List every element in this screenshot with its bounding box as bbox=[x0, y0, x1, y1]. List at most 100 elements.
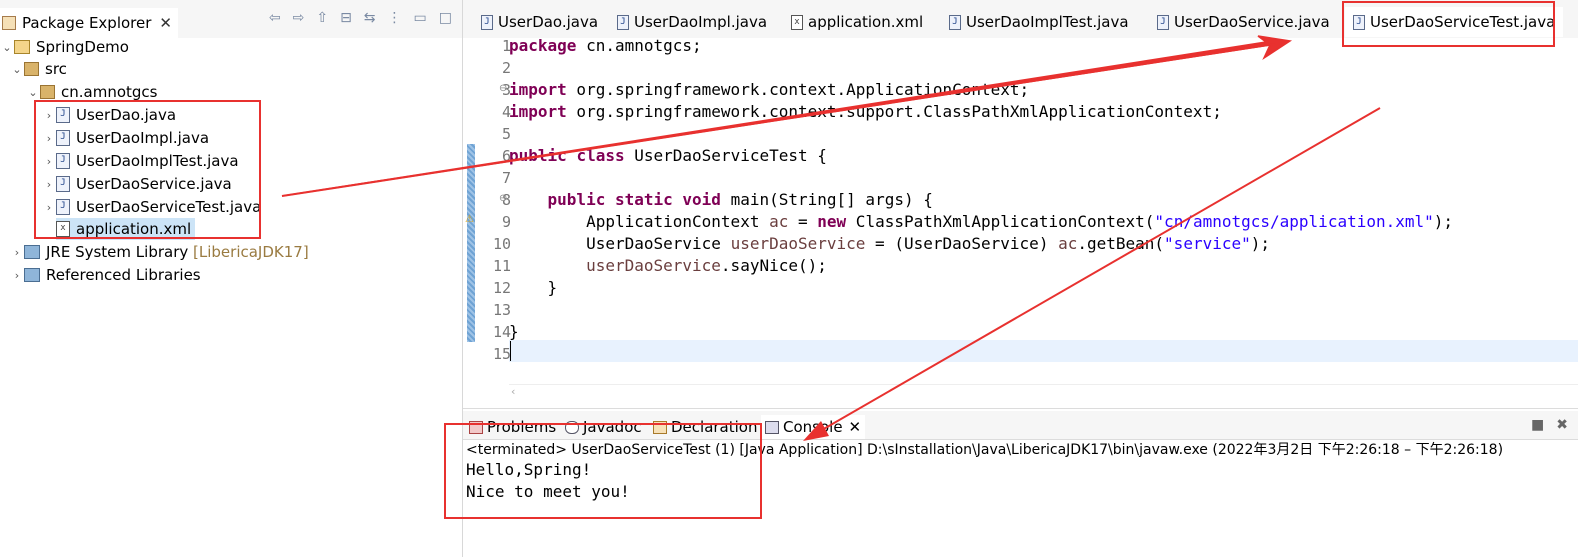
string-literal: "service" bbox=[1164, 234, 1251, 253]
project-label: SpringDemo bbox=[36, 38, 129, 56]
variable: ac bbox=[1058, 234, 1078, 253]
scroll-left-icon[interactable]: ‹ bbox=[511, 385, 515, 398]
code-text: .sayNice(); bbox=[720, 256, 827, 275]
tab-label: UserDaoImpl.java bbox=[634, 13, 768, 31]
remove-launch-icon[interactable]: ✖ bbox=[1556, 417, 1568, 433]
code-line-11: userDaoService.sayNice(); bbox=[509, 255, 827, 277]
java-file-icon: J bbox=[56, 153, 70, 169]
problems-icon bbox=[469, 420, 483, 434]
tab-declaration[interactable]: Declaration bbox=[649, 415, 761, 439]
collapse-all-icon[interactable]: ⊟ bbox=[340, 10, 352, 26]
code-text: = bbox=[788, 212, 818, 231]
tree-item-file[interactable]: › J UserDao.java bbox=[42, 104, 176, 126]
keyword: static bbox=[614, 190, 673, 209]
keyword: package bbox=[509, 36, 577, 55]
code-line-1: package cn.amnotgcs; bbox=[509, 35, 702, 57]
code-line-14: } bbox=[509, 321, 519, 343]
variable: userDaoService bbox=[586, 256, 721, 275]
string-literal: "cn/amnotgcs/application.xml" bbox=[1154, 212, 1434, 231]
tab-label: Declaration bbox=[671, 418, 758, 436]
chevron-down-icon[interactable]: ⌄ bbox=[26, 86, 40, 99]
tab-javadoc[interactable]: Javadoc bbox=[561, 415, 646, 439]
chevron-down-icon[interactable]: ⌄ bbox=[10, 63, 24, 76]
tab-console[interactable]: Console ✕ bbox=[761, 415, 866, 439]
tree-item-file[interactable]: › J UserDaoImpl.java bbox=[42, 127, 209, 149]
java-file-icon: J bbox=[617, 14, 629, 30]
code-text: UserDaoService bbox=[586, 234, 731, 253]
code-text: ); bbox=[1250, 234, 1271, 253]
minimize-icon[interactable]: ▭ bbox=[414, 10, 427, 26]
code-text: } bbox=[509, 322, 519, 341]
code-line-9: ApplicationContext ac = new ClassPathXml… bbox=[509, 211, 1453, 233]
java-file-icon: J bbox=[56, 176, 70, 192]
keyword: new bbox=[817, 212, 847, 231]
maximize-icon[interactable]: □ bbox=[439, 10, 452, 26]
code-line-3: import org.springframework.context.Appli… bbox=[509, 79, 1029, 101]
tab-userdaoservicetest[interactable]: J UserDaoServiceTest.java bbox=[1345, 7, 1564, 37]
view-menu-icon[interactable]: ⋮ bbox=[388, 10, 402, 26]
code-text: ); bbox=[1433, 212, 1454, 231]
line-number: 1 bbox=[501, 37, 511, 55]
tab-userdaoimpltest[interactable]: J UserDaoImplTest.java bbox=[941, 7, 1137, 37]
src-label: src bbox=[45, 60, 67, 78]
tree-item-project[interactable]: ⌄ SpringDemo bbox=[0, 36, 129, 58]
source-folder-icon bbox=[24, 62, 39, 76]
close-icon[interactable]: ✕ bbox=[849, 418, 862, 436]
package-icon bbox=[40, 85, 55, 99]
line-number: 10 bbox=[492, 235, 511, 253]
tree-item-file[interactable]: › J UserDaoImplTest.java bbox=[42, 150, 239, 172]
code-text: .getBean( bbox=[1077, 234, 1165, 253]
package-explorer-tab[interactable]: Package Explorer ✕ bbox=[0, 8, 178, 38]
chevron-right-icon[interactable]: › bbox=[42, 201, 56, 214]
terminate-icon[interactable]: ■ bbox=[1531, 417, 1544, 433]
file-label: UserDaoService.java bbox=[76, 175, 232, 193]
code-text: org.springframework.context.support.Clas… bbox=[566, 102, 1222, 121]
package-explorer-view: Package Explorer ✕ ⇦ ⇨ ⇧ ⊟ ⇆ ⋮ ▭ □ ⌄ Spr… bbox=[0, 0, 463, 557]
chevron-right-icon[interactable]: › bbox=[42, 178, 56, 191]
code-text: cn.amnotgcs; bbox=[576, 36, 702, 55]
file-label: application.xml bbox=[76, 220, 192, 238]
tab-userdaoimpl[interactable]: J UserDaoImpl.java bbox=[609, 7, 775, 37]
tree-item-src[interactable]: ⌄ src bbox=[10, 58, 67, 80]
tab-label: Console bbox=[783, 418, 843, 436]
forward-icon[interactable]: ⇨ bbox=[293, 10, 305, 26]
up-icon[interactable]: ⇧ bbox=[316, 10, 328, 26]
chevron-right-icon[interactable]: › bbox=[42, 109, 56, 122]
tree-item-package[interactable]: ⌄ cn.amnotgcs bbox=[26, 81, 157, 103]
tree-item-file-selected[interactable]: x application.xml bbox=[56, 218, 196, 240]
tree-item-file[interactable]: › J UserDaoService.java bbox=[42, 173, 232, 195]
line-number: 5 bbox=[501, 125, 511, 143]
tab-problems[interactable]: Problems bbox=[465, 415, 560, 439]
chevron-right-icon[interactable]: › bbox=[42, 155, 56, 168]
code-line-6: public class UserDaoServiceTest { bbox=[509, 145, 827, 167]
back-icon[interactable]: ⇦ bbox=[269, 10, 281, 26]
view-toolbar: ⇦ ⇨ ⇧ ⊟ ⇆ ⋮ ▭ □ bbox=[269, 10, 452, 26]
console-output[interactable]: Hello,Spring! Nice to meet you! bbox=[466, 459, 630, 503]
package-explorer-icon bbox=[2, 16, 16, 30]
code-editor[interactable]: 1 2 3 4 5 6 7 8 9 10 11 12 13 14 15 ⊖ ⊖ … bbox=[463, 35, 1578, 408]
tree-item-referenced-libraries[interactable]: › Referenced Libraries bbox=[10, 264, 201, 286]
tab-userdaoservice[interactable]: J UserDaoService.java bbox=[1149, 7, 1338, 37]
chevron-down-icon[interactable]: ⌄ bbox=[0, 41, 14, 54]
horizontal-scrollbar[interactable]: ‹ bbox=[509, 384, 1578, 401]
tab-label: UserDaoService.java bbox=[1174, 13, 1330, 31]
tab-application-xml[interactable]: x application.xml bbox=[783, 7, 931, 37]
line-number: 15 bbox=[492, 345, 511, 363]
java-file-icon: J bbox=[56, 199, 70, 215]
tab-userdao[interactable]: J UserDao.java bbox=[473, 7, 606, 37]
close-icon[interactable]: ✕ bbox=[159, 14, 172, 32]
console-view: Problems Javadoc Declaration Console ✕ ■ … bbox=[463, 408, 1578, 558]
console-tab-bar: Problems Javadoc Declaration Console ✕ ■ … bbox=[463, 411, 1578, 440]
warning-icon[interactable]: ⚠ bbox=[465, 214, 474, 225]
fold-icon[interactable]: ⊖ bbox=[499, 193, 507, 204]
chevron-right-icon[interactable]: › bbox=[10, 269, 24, 282]
tree-item-file[interactable]: › J UserDaoServiceTest.java bbox=[42, 196, 261, 218]
chevron-right-icon[interactable]: › bbox=[42, 132, 56, 145]
xml-file-icon: x bbox=[791, 14, 803, 30]
line-number: 7 bbox=[501, 169, 511, 187]
fold-icon[interactable]: ⊖ bbox=[499, 83, 507, 94]
chevron-right-icon[interactable]: › bbox=[10, 246, 24, 259]
library-icon bbox=[24, 245, 40, 259]
link-with-editor-icon[interactable]: ⇆ bbox=[364, 10, 376, 26]
tree-item-jre[interactable]: › JRE System Library [LibericaJDK17] bbox=[10, 241, 309, 263]
